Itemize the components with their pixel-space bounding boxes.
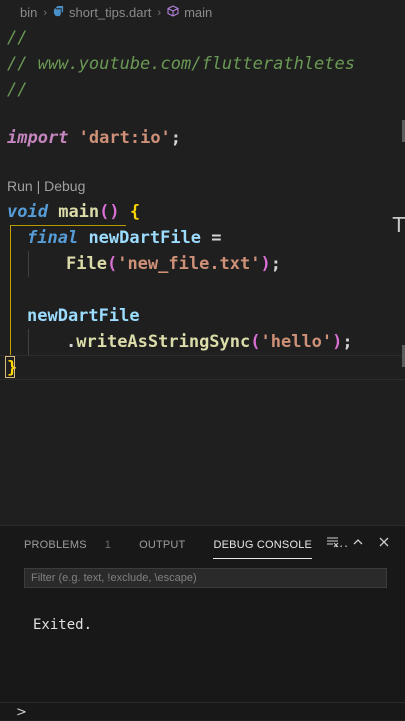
ctor-close-paren: ) xyxy=(260,254,271,274)
indent-guide xyxy=(28,329,29,355)
code-line-var-ref: newDartFile xyxy=(27,306,140,326)
code-line-1: // xyxy=(7,28,28,48)
bracket-pair-guide xyxy=(10,225,126,226)
method-dot: . xyxy=(66,332,77,352)
import-string: 'dart:io' xyxy=(78,128,171,148)
tab-problems[interactable]: PROBLEMS 1 xyxy=(24,535,111,555)
close-icon[interactable] xyxy=(377,535,391,551)
main-parens: () xyxy=(99,202,120,222)
code-line-main: void main() { xyxy=(7,199,140,225)
bottom-panel: PROBLEMS 1 OUTPUT DEBUG CONSOLE ··· Filte… xyxy=(0,525,405,720)
method-open-paren: ( xyxy=(250,332,261,352)
open-brace: { xyxy=(129,202,141,222)
tab-debug-console[interactable]: DEBUG CONSOLE xyxy=(213,535,313,559)
console-output: Exited. xyxy=(33,617,93,633)
constructor-name: File xyxy=(66,254,107,274)
variable-name: newDartFile xyxy=(88,228,202,248)
code-line-import: import 'dart:io'; xyxy=(7,125,181,151)
function-name: main xyxy=(58,202,100,222)
tab-output[interactable]: OUTPUT xyxy=(139,535,185,555)
tab-problems-label: PROBLEMS xyxy=(24,539,87,551)
panel-tabs: PROBLEMS 1 OUTPUT DEBUG CONSOLE ··· xyxy=(24,535,377,559)
import-keyword: import xyxy=(7,128,69,148)
filter-input[interactable]: Filter (e.g. text, !exclude, \escape) xyxy=(24,568,387,588)
codelens-run-debug[interactable]: Run | Debug xyxy=(7,178,85,194)
method-close-paren: ) xyxy=(332,332,343,352)
ctor-argument: 'new_file.txt' xyxy=(117,254,261,274)
final-keyword: final xyxy=(27,228,79,248)
indent-guide xyxy=(28,251,29,277)
semicolon: ; xyxy=(342,332,353,352)
current-line-highlight xyxy=(0,355,405,380)
ctor-open-paren: ( xyxy=(106,254,118,274)
matching-bracket-highlight xyxy=(5,356,15,378)
maximize-panel-icon[interactable] xyxy=(351,535,365,551)
cube-icon xyxy=(167,5,179,20)
code-line-2: // www.youtube.com/flutterathletes xyxy=(7,54,355,74)
console-input[interactable]: > xyxy=(0,702,405,721)
text-cursor-icon: T xyxy=(392,213,405,237)
semicolon: ; xyxy=(170,128,182,148)
code-line-3: // xyxy=(7,80,28,100)
breadcrumb: bin › short_tips.dart › main xyxy=(0,0,405,25)
active-indent-guide xyxy=(10,225,11,355)
breadcrumb-file[interactable]: short_tips.dart xyxy=(69,5,151,20)
method-name: writeAsStringSync xyxy=(76,332,251,352)
chevron-right-icon: > xyxy=(16,705,27,720)
tab-debug-console-label: DEBUG CONSOLE xyxy=(213,539,313,551)
problems-count-badge: 1 xyxy=(104,539,112,551)
clear-console-icon[interactable] xyxy=(325,535,339,551)
dart-file-icon xyxy=(53,5,64,20)
breadcrumb-symbol[interactable]: main xyxy=(184,5,212,20)
tab-output-label: OUTPUT xyxy=(139,539,186,551)
code-editor[interactable]: // // www.youtube.com/flutterathletes //… xyxy=(0,25,405,525)
method-argument: 'hello' xyxy=(260,332,333,352)
code-line-final: final newDartFile = xyxy=(27,225,222,251)
void-keyword: void xyxy=(7,202,48,222)
chevron-right-icon: › xyxy=(157,6,162,19)
panel-actions xyxy=(325,535,391,551)
chevron-right-icon: › xyxy=(43,6,48,19)
code-line-method: .writeAsStringSync('hello'); xyxy=(66,329,353,355)
code-line-file-ctor: File('new_file.txt'); xyxy=(66,251,281,277)
semicolon: ; xyxy=(270,254,281,274)
breadcrumb-folder[interactable]: bin xyxy=(20,5,37,20)
assign-operator: = xyxy=(211,228,222,248)
